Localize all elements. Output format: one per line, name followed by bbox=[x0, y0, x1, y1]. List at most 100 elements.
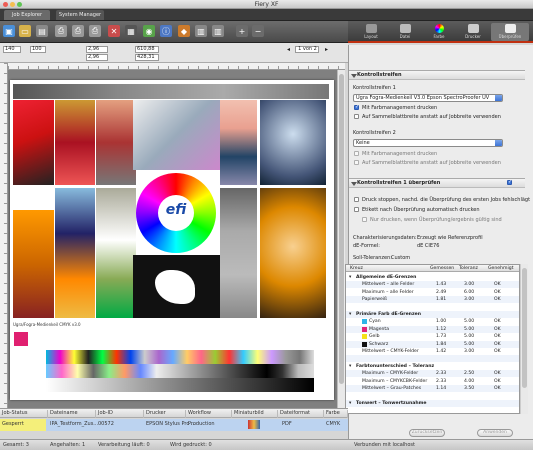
sammelblatt1-checkbox[interactable] bbox=[354, 114, 359, 119]
de-formel-label: dE-Formel: bbox=[353, 243, 380, 249]
status-printing: Wird gedruckt: 0 bbox=[170, 442, 212, 448]
col-job-status[interactable]: Job-Status bbox=[0, 410, 48, 418]
tab-ueberpruefen[interactable]: Überprüfen bbox=[491, 23, 529, 41]
delete-icon[interactable]: ▥ bbox=[195, 25, 207, 37]
job-status-cell: Gesperrt bbox=[0, 419, 46, 431]
tab-drucker[interactable]: Drucker bbox=[456, 23, 490, 41]
tab-layout[interactable]: Layout bbox=[354, 23, 388, 41]
panel-scrollbar[interactable] bbox=[520, 264, 528, 414]
window-title: Fiery XF bbox=[254, 1, 279, 8]
col-dateiname[interactable]: Dateiname bbox=[48, 410, 96, 418]
status-halted: Angehalten: 1 bbox=[50, 442, 86, 448]
canvas-scroll-thumb[interactable] bbox=[339, 74, 344, 384]
col-kreuz[interactable]: Kreuz bbox=[350, 265, 363, 272]
tab-system-manager[interactable]: System Manager bbox=[56, 10, 104, 20]
job-color-cell: CMYK bbox=[326, 421, 341, 427]
layout-icon[interactable]: ▦ bbox=[125, 25, 137, 37]
color-icon[interactable]: ◉ bbox=[143, 25, 155, 37]
row-approved: OK bbox=[494, 297, 501, 303]
kontrollstreifen2-label: Kontrollstreifen 2 bbox=[353, 130, 396, 136]
status-connection: Verbunden mit localhost bbox=[354, 442, 415, 448]
print-icon[interactable]: ⎙ bbox=[55, 25, 67, 37]
kontrollstreifen2-select[interactable]: Keine bbox=[353, 139, 503, 147]
row-approved: OK bbox=[494, 341, 501, 347]
table-row: Papierweiß 1.81 3.00 OK bbox=[346, 296, 519, 304]
blue-orange-strip bbox=[55, 188, 95, 318]
row-measured: 1.12 bbox=[436, 326, 447, 332]
folder-icon[interactable]: ▭ bbox=[19, 25, 31, 37]
soll-toleranzen-value: Custom bbox=[391, 255, 411, 261]
hold-icon[interactable]: ◆ bbox=[178, 25, 190, 37]
reset-button[interactable]: Zurücksetzen bbox=[409, 429, 445, 437]
only-valid-checkbox[interactable] bbox=[362, 217, 367, 222]
printer-settings-icon[interactable]: ⎙ bbox=[89, 25, 101, 37]
color-swatch bbox=[362, 319, 367, 325]
next-page-icon[interactable]: ▸ bbox=[325, 46, 328, 53]
tab-job-explorer[interactable]: Job Explorer bbox=[4, 10, 50, 20]
tab-datei[interactable]: Datei bbox=[388, 23, 422, 41]
zoom-out-icon[interactable]: − bbox=[252, 25, 264, 37]
row-approved: OK bbox=[494, 282, 501, 288]
copies-field[interactable]: 140 bbox=[3, 46, 21, 53]
col-farbe[interactable]: Farbe bbox=[324, 410, 348, 418]
disclosure-triangle-icon[interactable]: ▾ bbox=[349, 311, 351, 318]
photo-women-dancing bbox=[13, 100, 54, 185]
farbmanagement2-label: Mit Farbmanagement drucken bbox=[362, 151, 438, 157]
col-drucker[interactable]: Drucker bbox=[144, 410, 186, 418]
copy-icon[interactable]: ▥ bbox=[212, 25, 224, 37]
col-miniaturbild[interactable]: Miniaturbild bbox=[232, 410, 278, 418]
col-dateiformat[interactable]: Dateiformat bbox=[278, 410, 324, 418]
save-icon[interactable]: ▤ bbox=[36, 25, 48, 37]
row-approved: OK bbox=[494, 289, 501, 295]
job-list-header: Job-Status Dateiname Job-ID Drucker Work… bbox=[0, 408, 348, 418]
sammelblatt2-checkbox[interactable] bbox=[354, 160, 359, 165]
width-field[interactable]: 610,88 bbox=[135, 46, 159, 53]
horizontal-ruler bbox=[8, 63, 345, 70]
disclosure-triangle-icon[interactable]: ▾ bbox=[349, 274, 351, 281]
kontrollstreifen1-select[interactable]: Ugra Fogra-Medienkeil V3.0 Epson Spectro… bbox=[353, 94, 503, 102]
info-icon[interactable]: ⓘ bbox=[160, 25, 172, 37]
panel-scroll-thumb[interactable] bbox=[522, 268, 527, 388]
farbmanagement2-checkbox[interactable] bbox=[354, 151, 359, 156]
row-measured: 1.81 bbox=[436, 297, 447, 303]
section-kontrollstreifen[interactable]: Kontrollstreifen bbox=[349, 70, 525, 80]
col-job-id[interactable]: Job-ID bbox=[96, 410, 144, 418]
zoom-in-icon[interactable]: + bbox=[236, 25, 248, 37]
col-workflow[interactable]: Workflow bbox=[186, 410, 232, 418]
table-group-row[interactable]: ▾ Farbtonunterschied – Toleranz bbox=[346, 363, 519, 370]
job-row[interactable]: Gesperrt IPA_Testform_Zus... 00572 EPSON… bbox=[0, 419, 348, 431]
col-genehmigt[interactable]: Genehmigt bbox=[488, 265, 514, 272]
kontrollstreifen1-label: Kontrollstreifen 1 bbox=[353, 85, 396, 91]
apply-button[interactable]: Anwenden bbox=[477, 429, 513, 437]
open-file-icon[interactable]: ▣ bbox=[3, 25, 15, 37]
col-gemessen[interactable]: Gemessen bbox=[430, 265, 454, 272]
color-swatch bbox=[362, 334, 367, 340]
only-valid-label: Nur drucken, wenn Überprüfung/ergebnis g… bbox=[370, 217, 502, 223]
print-sheet[interactable]: efi Ugra/Fogra-Medienkeil CMYK v3.0 bbox=[10, 80, 334, 400]
stop-print-checkbox[interactable] bbox=[354, 197, 359, 202]
farbmanagement1-checkbox[interactable]: ✓ bbox=[354, 105, 359, 110]
print-label-checkbox[interactable] bbox=[354, 207, 359, 212]
table-group-row[interactable]: ▾ Tonwert – Tonwertzunahme bbox=[346, 399, 519, 407]
disclosure-triangle-icon[interactable]: ▾ bbox=[349, 400, 351, 407]
group-label: Tonwert – Tonwertzunahme bbox=[356, 400, 427, 406]
table-group-row[interactable]: ▾ Primäre Farb dE-Grenzen bbox=[346, 311, 519, 318]
table-group-row[interactable]: ▾ Allgemeine dE-Grenzen bbox=[346, 274, 519, 281]
tab-farbe[interactable]: Farbe bbox=[422, 23, 456, 41]
job-file-cell: IPA_Testform_Zus... bbox=[50, 421, 99, 427]
ueberpruefen-enable-checkbox[interactable]: ✓ bbox=[507, 180, 512, 185]
height-field[interactable]: 428,31 bbox=[135, 54, 159, 61]
row-tolerance: 5.00 bbox=[464, 341, 475, 347]
section-ueberpruefen[interactable]: Kontrollstreifen 1 überprüfen bbox=[349, 178, 525, 188]
row-measured: 1.42 bbox=[436, 349, 447, 354]
col-toleranz[interactable]: Toleranz bbox=[459, 265, 478, 272]
zoom-field[interactable]: 100 bbox=[30, 46, 46, 53]
x-offset-field[interactable]: 2,96 bbox=[86, 46, 108, 53]
charakterisierung-value: Erzeugt wie Referenzprofil bbox=[417, 235, 483, 241]
stop-icon[interactable]: ✕ bbox=[108, 25, 120, 37]
print-preview-icon[interactable]: ⎙ bbox=[72, 25, 84, 37]
row-label: Mittelwert – CMYK-Felder bbox=[362, 349, 419, 354]
previous-page-icon[interactable]: ◂ bbox=[287, 46, 290, 53]
y-offset-field[interactable]: 2,96 bbox=[86, 54, 108, 61]
disclosure-triangle-icon[interactable]: ▾ bbox=[349, 363, 351, 370]
